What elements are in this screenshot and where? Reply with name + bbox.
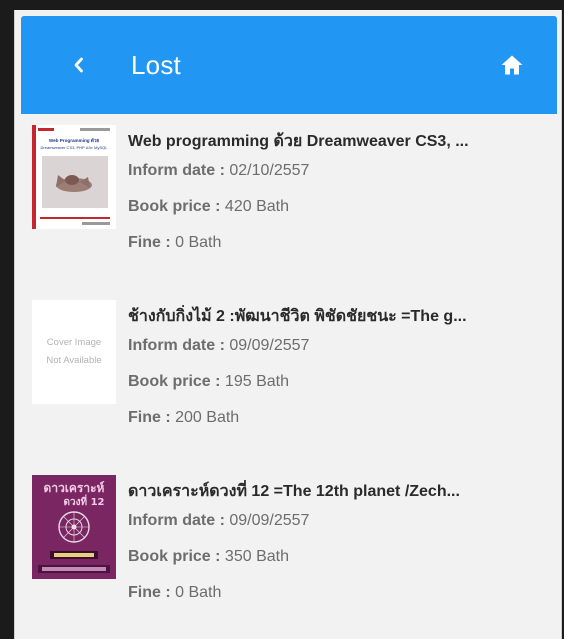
inform-date-value: 09/09/2557 <box>229 512 310 529</box>
inform-date-label: Inform date : <box>128 162 225 179</box>
cover-placeholder-line1: Cover Image <box>46 337 102 348</box>
book-cover-image: Web Programming ด้วย Dreamweaver CS3, PH… <box>32 125 116 229</box>
list-item[interactable]: ดาวเคราะห์ ดวงที่ 12 ดาวเคราะห์ดวงที่ 12… <box>21 464 557 639</box>
item-details: ช้างกับกิ่งไม้ 2 :พัฒนาชีวิต พิชัดชัยชนะ… <box>128 305 548 442</box>
fine: Fine : 0 Bath <box>128 581 548 605</box>
chevron-left-icon <box>74 57 83 73</box>
fine: Fine : 0 Bath <box>128 231 548 255</box>
inform-date: Inform date : 02/10/2557 <box>128 159 548 183</box>
fine-value: 0 Bath <box>175 584 222 601</box>
inform-date-value: 02/10/2557 <box>229 162 310 179</box>
inform-date: Inform date : 09/09/2557 <box>128 334 548 358</box>
fine-label: Fine : <box>128 584 171 601</box>
book-price-label: Book price : <box>128 373 221 390</box>
book-title[interactable]: ดาวเคราะห์ดวงที่ 12 =The 12th planet /Ze… <box>128 480 548 504</box>
book-price-value: 420 Bath <box>224 198 289 215</box>
inform-date-label: Inform date : <box>128 512 225 529</box>
book-title[interactable]: ช้างกับกิ่งไม้ 2 :พัฒนาชีวิต พิชัดชัยชนะ… <box>128 305 548 329</box>
book-price: Book price : 420 Bath <box>128 195 548 219</box>
cover-title-line2: Dreamweaver CS3, PHP และ MySQL <box>41 145 109 150</box>
cover-title-line2: ดวงที่ 12 <box>64 494 105 508</box>
list-item[interactable]: Web Programming ด้วย Dreamweaver CS3, PH… <box>21 114 557 289</box>
book-price: Book price : 350 Bath <box>128 545 548 569</box>
fine: Fine : 200 Bath <box>128 406 548 430</box>
book-price-label: Book price : <box>128 198 221 215</box>
fine-value: 200 Bath <box>175 409 240 426</box>
book-price-value: 350 Bath <box>224 548 289 565</box>
inform-date-label: Inform date : <box>128 337 225 354</box>
app-frame: Lost Web Programming ด้วย Dreamweaver CS… <box>14 10 562 639</box>
item-details: Web programming ด้วย Dreamweaver CS3, ..… <box>128 130 548 267</box>
list-item[interactable]: Cover Image Not Available ช้างกับกิ่งไม้… <box>21 289 557 464</box>
book-price-value: 195 Bath <box>224 373 289 390</box>
back-button[interactable] <box>61 47 97 83</box>
home-icon <box>501 55 523 75</box>
header-bar: Lost <box>21 16 557 114</box>
item-details: ดาวเคราะห์ดวงที่ 12 =The 12th planet /Ze… <box>128 480 548 617</box>
cover-placeholder: Cover Image Not Available <box>32 300 116 404</box>
cover-title-line1: ดาวเคราะห์ <box>44 481 105 495</box>
page-title: Lost <box>131 50 181 80</box>
book-cover-image: ดาวเคราะห์ ดวงที่ 12 <box>32 475 116 579</box>
inform-date: Inform date : 09/09/2557 <box>128 509 548 533</box>
lost-book-list: Web Programming ด้วย Dreamweaver CS3, PH… <box>21 114 557 639</box>
fine-value: 0 Bath <box>175 234 222 251</box>
fine-label: Fine : <box>128 234 171 251</box>
home-button[interactable] <box>495 49 529 81</box>
inform-date-value: 09/09/2557 <box>229 337 310 354</box>
book-price: Book price : 195 Bath <box>128 370 548 394</box>
book-price-label: Book price : <box>128 548 221 565</box>
book-title[interactable]: Web programming ด้วย Dreamweaver CS3, ..… <box>128 130 548 154</box>
cover-placeholder-line2: Not Available <box>46 355 102 366</box>
cover-title-line1: Web Programming ด้วย <box>49 137 100 143</box>
fine-label: Fine : <box>128 409 171 426</box>
